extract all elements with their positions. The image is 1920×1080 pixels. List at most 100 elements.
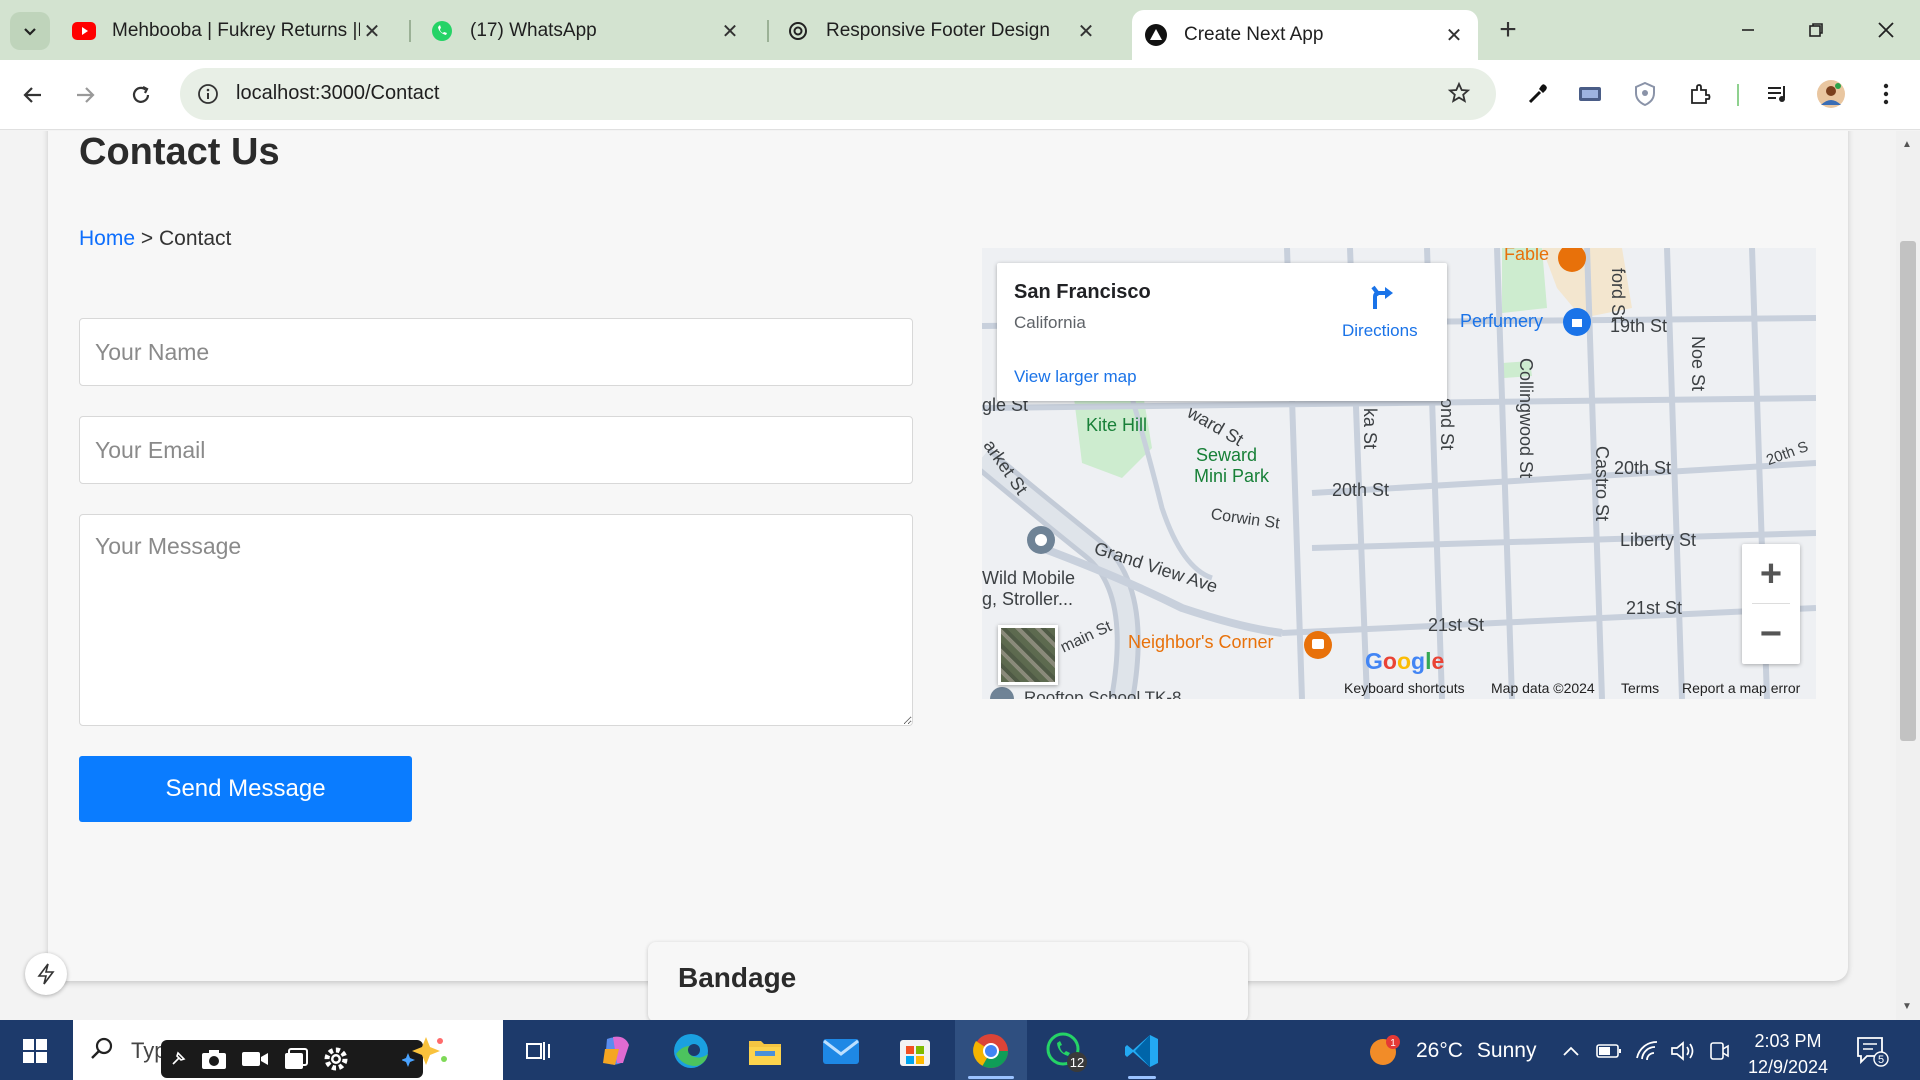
- tab-search-button[interactable]: [10, 12, 50, 50]
- address-bar[interactable]: localhost:3000/Contact: [180, 68, 1496, 120]
- map-label: Mini Park: [1194, 466, 1270, 486]
- eyedropper-extension-icon[interactable]: [1520, 76, 1556, 112]
- camera-icon[interactable]: [201, 1048, 227, 1070]
- notification-center-button[interactable]: 5: [1852, 1034, 1892, 1068]
- zoom-out-button[interactable]: −: [1742, 604, 1800, 664]
- task-view-icon[interactable]: [512, 1026, 566, 1076]
- vscode-running-indicator: [1128, 1076, 1156, 1079]
- nextjs-dev-indicator[interactable]: [25, 953, 67, 995]
- reload-button[interactable]: [122, 76, 160, 114]
- minimize-icon: [1742, 29, 1754, 31]
- chrome-running-indicator: [968, 1076, 1014, 1079]
- url-text: localhost:3000/Contact: [236, 82, 440, 104]
- new-tab-button[interactable]: +: [1490, 15, 1526, 46]
- directions-link[interactable]: Directions: [1342, 321, 1418, 341]
- nextjs-icon: [1144, 23, 1168, 47]
- copilot-app-icon[interactable]: [590, 1026, 644, 1076]
- scroll-down-arrow-icon[interactable]: ▼: [1902, 1001, 1912, 1012]
- page-scrollbar[interactable]: ▲ ▼: [1896, 131, 1920, 1020]
- arrow-right-icon: [77, 87, 95, 103]
- breadcrumb-current: Contact: [158, 227, 232, 250]
- windows-stack-icon[interactable]: [283, 1048, 309, 1070]
- email-input[interactable]: [79, 416, 913, 484]
- avatar[interactable]: [1813, 76, 1849, 112]
- whatsapp-taskbar-icon[interactable]: 12: [1040, 1026, 1094, 1076]
- windows-logo-icon: [23, 1039, 47, 1063]
- microsoft-store-icon[interactable]: [888, 1026, 942, 1076]
- map-place-card: San Francisco California View larger map…: [997, 263, 1447, 401]
- tab-create-next-app[interactable]: Create Next App ✕: [1132, 10, 1478, 60]
- map-data-text: Map data ©2024: [1491, 680, 1595, 696]
- directions-icon[interactable]: [1367, 281, 1399, 313]
- system-clock[interactable]: 2:03 PM 12/9/2024: [1740, 1028, 1836, 1080]
- google-map-embed[interactable]: Fable Perfumery 19th St ford St Noe St K…: [982, 248, 1816, 699]
- chat-bubble-icon: 5: [1857, 1037, 1889, 1067]
- map-label: Wild Mobile: [982, 568, 1076, 588]
- screen-extension-icon[interactable]: [1572, 76, 1608, 112]
- meet-now-icon[interactable]: [1704, 1038, 1734, 1064]
- file-explorer-icon[interactable]: [738, 1026, 792, 1076]
- send-message-button[interactable]: Send Message: [79, 756, 412, 822]
- tab-separator: [767, 20, 769, 42]
- close-tab-icon[interactable]: ✕: [360, 19, 384, 43]
- close-tab-icon[interactable]: ✕: [1442, 23, 1466, 47]
- scrollbar-thumb[interactable]: [1900, 241, 1916, 741]
- vscode-icon[interactable]: [1115, 1026, 1169, 1076]
- restore-button[interactable]: [1796, 12, 1836, 48]
- back-button[interactable]: [14, 76, 52, 114]
- clock-date: 12/9/2024: [1747, 1057, 1829, 1077]
- tab-footer-design[interactable]: Responsive Footer Design ✕: [774, 12, 1110, 50]
- keyboard-shortcuts-link[interactable]: Keyboard shortcuts: [1344, 680, 1465, 696]
- breadcrumb-home-link[interactable]: Home: [79, 227, 135, 250]
- terms-link[interactable]: Terms: [1621, 680, 1659, 696]
- tab-whatsapp[interactable]: (17) WhatsApp ✕: [418, 12, 754, 50]
- edge-browser-icon[interactable]: [664, 1026, 718, 1076]
- close-tab-icon[interactable]: ✕: [1074, 19, 1098, 43]
- name-input[interactable]: [79, 318, 913, 386]
- minimize-button[interactable]: [1728, 12, 1768, 48]
- message-textarea[interactable]: [79, 514, 913, 726]
- map-label: 20th St: [1614, 458, 1672, 478]
- shield-extension-icon[interactable]: [1627, 76, 1663, 112]
- forward-button[interactable]: [66, 76, 104, 114]
- map-label: Noe St: [1688, 336, 1708, 392]
- map-label: Perfumery: [1460, 311, 1544, 331]
- close-tab-icon[interactable]: ✕: [718, 19, 742, 43]
- zoom-in-button[interactable]: +: [1742, 544, 1800, 604]
- map-zoom-control: + −: [1742, 544, 1800, 664]
- map-attribution: Keyboard shortcuts Map data ©2024 Terms …: [982, 677, 1816, 699]
- media-controls-icon[interactable]: [1760, 76, 1796, 112]
- bookmark-star-icon[interactable]: [1444, 78, 1474, 108]
- pin-icon[interactable]: [169, 1050, 187, 1068]
- battery-icon[interactable]: [1594, 1038, 1624, 1064]
- openai-icon: [786, 19, 810, 43]
- scroll-up-arrow-icon[interactable]: ▲: [1902, 139, 1912, 150]
- mail-icon[interactable]: [814, 1026, 868, 1076]
- browser-menu-button[interactable]: [1868, 76, 1904, 112]
- youtube-icon: [72, 19, 96, 43]
- video-camera-icon[interactable]: [241, 1049, 269, 1069]
- start-button[interactable]: [8, 1026, 62, 1076]
- site-info-icon[interactable]: [194, 80, 222, 108]
- chevron-down-icon: [24, 28, 36, 36]
- page-viewport: Contact Us Home > Contact Send Message: [0, 131, 1896, 1020]
- wifi-icon[interactable]: [1632, 1038, 1662, 1064]
- gear-icon[interactable]: [323, 1046, 349, 1072]
- puzzle-extensions-icon[interactable]: [1682, 76, 1718, 112]
- copilot-sparkle-icon[interactable]: [398, 1026, 452, 1076]
- close-window-button[interactable]: [1866, 12, 1906, 48]
- volume-icon[interactable]: [1668, 1038, 1698, 1064]
- footer-brand-card: Bandage: [648, 942, 1248, 1020]
- view-larger-map-link[interactable]: View larger map: [1014, 367, 1137, 387]
- clock-time: 2:03 PM: [1754, 1031, 1822, 1051]
- weather-widget[interactable]: 1 26°C Sunny: [1368, 1034, 1536, 1068]
- tab-youtube[interactable]: Mehbooba | Fukrey Returns |Pr ✕: [60, 12, 396, 50]
- report-map-error-link[interactable]: Report a map error: [1682, 680, 1800, 696]
- tab-strip: Mehbooba | Fukrey Returns |Pr ✕ (17) Wha…: [0, 0, 1920, 60]
- chevron-up-icon[interactable]: [1556, 1038, 1586, 1064]
- breadcrumb: Home > Contact: [79, 227, 231, 251]
- satellite-toggle[interactable]: [998, 625, 1058, 685]
- chrome-icon[interactable]: [964, 1026, 1018, 1076]
- breadcrumb-separator: >: [135, 227, 159, 250]
- close-icon: [1878, 22, 1894, 38]
